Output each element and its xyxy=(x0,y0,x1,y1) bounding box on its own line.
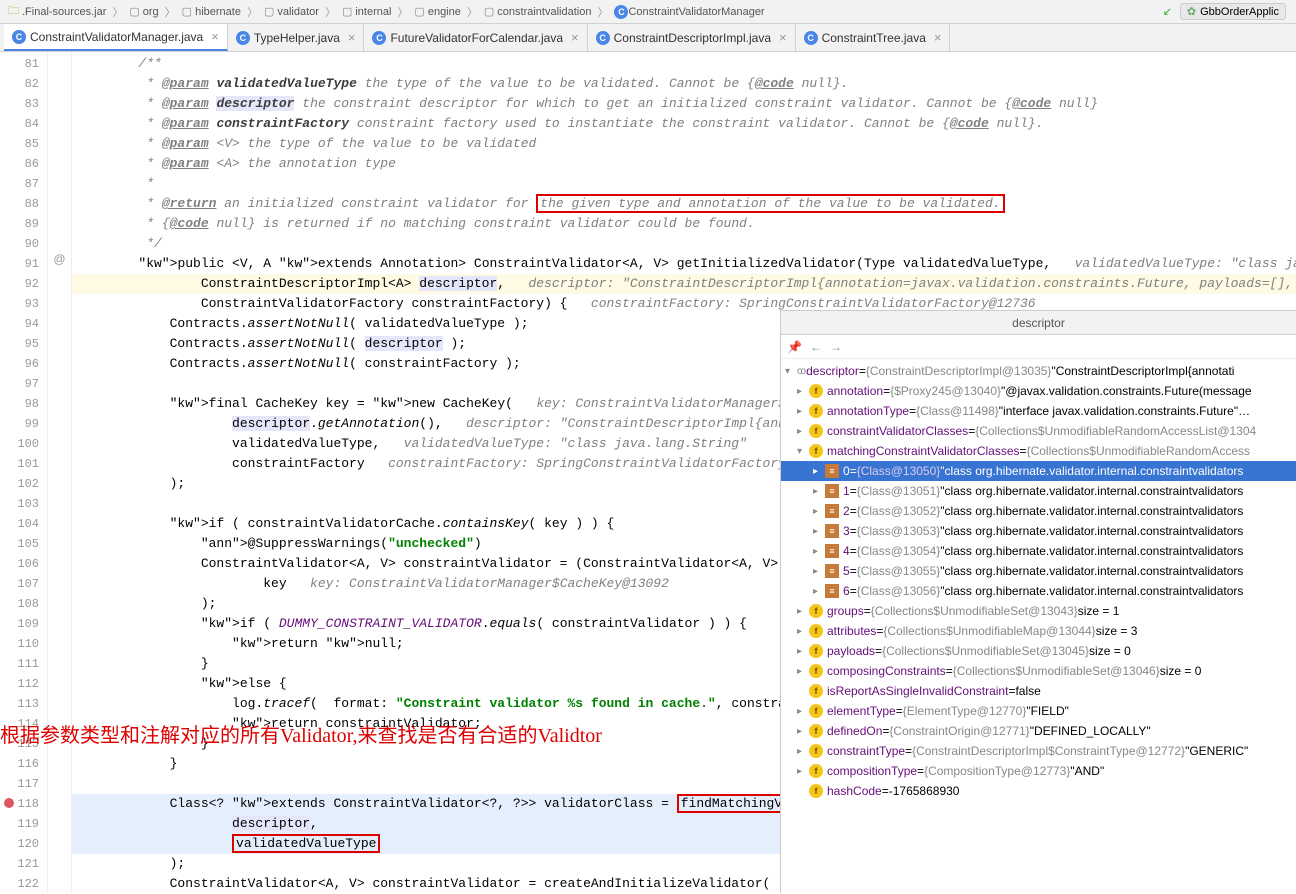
package-icon: ▢ xyxy=(414,5,424,18)
marker-column: @ xyxy=(48,52,72,893)
tab-file[interactable]: CConstraintDescriptorImpl.java× xyxy=(588,24,796,51)
tree-row[interactable]: ▾oo descriptor = {ConstraintDescriptorIm… xyxy=(781,361,1296,381)
tree-row[interactable]: ▸fpayloads = {Collections$UnmodifiableSe… xyxy=(781,641,1296,661)
class-icon: C xyxy=(614,5,628,19)
tree-row[interactable]: ▸fconstraintType = {ConstraintDescriptor… xyxy=(781,741,1296,761)
tree-row[interactable]: ▸felementType = {ElementType@12770} "FIE… xyxy=(781,701,1296,721)
debug-toolbar: 📌 ← → xyxy=(781,335,1296,359)
editor-tabs: CConstraintValidatorManager.java× CTypeH… xyxy=(0,24,1296,52)
debug-panel-header: descriptor xyxy=(781,311,1296,335)
chevron-icon: 〉 xyxy=(595,4,610,20)
jar-icon: 🗀 xyxy=(8,2,19,21)
breadcrumb-pkg[interactable]: ▢constraintvalidation xyxy=(480,5,596,18)
chevron-icon: 〉 xyxy=(163,4,178,20)
class-icon: C xyxy=(236,31,250,45)
class-icon: C xyxy=(804,31,818,45)
breadcrumb-pkg[interactable]: ▢validator xyxy=(260,5,323,18)
close-icon[interactable]: × xyxy=(348,30,356,45)
tree-row[interactable]: ▸≡1 = {Class@13051} "class org.hibernate… xyxy=(781,481,1296,501)
tree-row[interactable]: ▸fgroups = {Collections$UnmodifiableSet@… xyxy=(781,601,1296,621)
tree-row[interactable]: ▸≡6 = {Class@13056} "class org.hibernate… xyxy=(781,581,1296,601)
tree-row[interactable]: ▸fannotation = {$Proxy245@13040} "@javax… xyxy=(781,381,1296,401)
close-icon[interactable]: × xyxy=(779,30,787,45)
tree-row[interactable]: ▸≡0 = {Class@13050} "class org.hibernate… xyxy=(781,461,1296,481)
pin-icon[interactable]: 📌 xyxy=(787,340,802,354)
close-icon[interactable]: × xyxy=(211,29,219,44)
tree-row[interactable]: ▸fattributes = {Collections$Unmodifiable… xyxy=(781,621,1296,641)
chevron-icon: 〉 xyxy=(110,4,125,20)
class-icon: C xyxy=(12,30,26,44)
tab-file[interactable]: CConstraintTree.java× xyxy=(796,24,951,51)
build-icon[interactable]: ↙ xyxy=(1163,5,1172,18)
tree-row[interactable]: ▾fmatchingConstraintValidatorClasses = {… xyxy=(781,441,1296,461)
back-icon[interactable]: ← xyxy=(810,340,822,354)
tree-row[interactable]: fhashCode = -1765868930 xyxy=(781,781,1296,801)
class-icon: C xyxy=(596,31,610,45)
breadcrumb-jar[interactable]: 🗀.Final-sources.jar xyxy=(4,2,110,21)
tab-file[interactable]: CFutureValidatorForCalendar.java× xyxy=(364,24,587,51)
spring-icon: ✿ xyxy=(1187,5,1196,18)
package-icon: ▢ xyxy=(342,5,352,18)
tree-row[interactable]: ▸≡2 = {Class@13052} "class org.hibernate… xyxy=(781,501,1296,521)
package-icon: ▢ xyxy=(264,5,274,18)
chevron-icon: 〉 xyxy=(323,4,338,20)
line-gutter[interactable]: 8182838485868788899091929394959697989910… xyxy=(0,52,48,893)
run-config-selector[interactable]: ✿GbbOrderApplic xyxy=(1180,3,1286,20)
close-icon[interactable]: × xyxy=(934,30,942,45)
debug-variable-tree[interactable]: ▾oo descriptor = {ConstraintDescriptorIm… xyxy=(781,359,1296,893)
package-icon: ▢ xyxy=(182,5,192,18)
debug-variables-panel: descriptor 📌 ← → ▾oo descriptor = {Const… xyxy=(780,310,1296,893)
package-icon: ▢ xyxy=(484,5,494,18)
tree-row[interactable]: fisReportAsSingleInvalidConstraint = fal… xyxy=(781,681,1296,701)
package-icon: ▢ xyxy=(129,5,139,18)
tab-file[interactable]: CConstraintValidatorManager.java× xyxy=(4,24,228,51)
chevron-icon: 〉 xyxy=(245,4,260,20)
tree-row[interactable]: ▸≡4 = {Class@13054} "class org.hibernate… xyxy=(781,541,1296,561)
tree-row[interactable]: ▸≡3 = {Class@13053} "class org.hibernate… xyxy=(781,521,1296,541)
forward-icon[interactable]: → xyxy=(830,340,842,354)
class-icon: C xyxy=(372,31,386,45)
breadcrumb-pkg[interactable]: ▢engine xyxy=(410,5,464,18)
breadcrumb-pkg[interactable]: ▢org xyxy=(125,5,162,18)
tree-row[interactable]: ▸fcompositionType = {CompositionType@127… xyxy=(781,761,1296,781)
breadcrumb-bar: 🗀.Final-sources.jar〉 ▢org〉 ▢hibernate〉 ▢… xyxy=(0,0,1296,24)
tree-row[interactable]: ▸fconstraintValidatorClasses = {Collecti… xyxy=(781,421,1296,441)
chevron-icon: 〉 xyxy=(465,4,480,20)
tab-file[interactable]: CTypeHelper.java× xyxy=(228,24,365,51)
tree-row[interactable]: ▸fannotationType = {Class@11498} "interf… xyxy=(781,401,1296,421)
chevron-icon: 〉 xyxy=(395,4,410,20)
tree-row[interactable]: ▸fdefinedOn = {ConstraintOrigin@12771} "… xyxy=(781,721,1296,741)
debug-panel-title: descriptor xyxy=(787,316,1290,330)
tree-row[interactable]: ▸fcomposingConstraints = {Collections$Un… xyxy=(781,661,1296,681)
close-icon[interactable]: × xyxy=(571,30,579,45)
breadcrumb-pkg[interactable]: ▢internal xyxy=(338,5,395,18)
annotation-label: 根据参数类型和注解对应的所有Validator,来查找是否有合适的Validto… xyxy=(0,719,602,748)
tree-row[interactable]: ▸≡5 = {Class@13055} "class org.hibernate… xyxy=(781,561,1296,581)
breadcrumb-class[interactable]: CConstraintValidatorManager xyxy=(610,5,768,19)
breadcrumb-pkg[interactable]: ▢hibernate xyxy=(178,5,245,18)
